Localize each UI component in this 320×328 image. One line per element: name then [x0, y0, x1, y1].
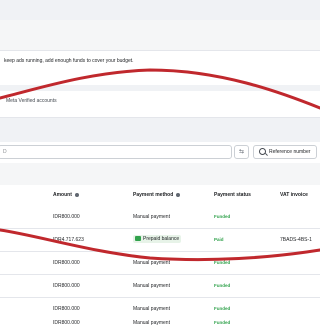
- column-header-amount[interactable]: Amount: [53, 192, 79, 198]
- separator: [0, 163, 320, 185]
- status-badge: Paid: [214, 237, 224, 242]
- table-row[interactable]: IDR800.000 Manual payment Funded: [0, 252, 320, 275]
- separator: [0, 118, 320, 142]
- payment-method-cell: Manual payment: [133, 260, 170, 266]
- status-badge: Funded: [214, 283, 231, 288]
- status-badge: Funded: [214, 320, 231, 325]
- amount-cell: IDR4.717.623: [53, 237, 84, 243]
- table-row[interactable]: IDR800.000 Manual payment Funded: [0, 275, 320, 298]
- column-header-vat-invoice[interactable]: VAT invoice: [280, 192, 308, 198]
- status-badge: Funded: [214, 214, 231, 219]
- column-header-payment-method[interactable]: Payment method: [133, 192, 181, 198]
- date-search-input[interactable]: D: [0, 145, 232, 159]
- amount-cell: IDR800.000: [53, 260, 80, 266]
- reference-number-button[interactable]: Reference number: [253, 145, 317, 159]
- status-badge: Funded: [214, 306, 231, 311]
- header-band: [0, 20, 320, 50]
- table-row[interactable]: IDR4.717.623 Prepaid balance Paid 7BADS-…: [0, 229, 320, 252]
- amount-cell: IDR800.000: [53, 306, 80, 312]
- top-bar: [0, 0, 320, 21]
- table-row[interactable]: IDR800.000 Manual payment Funded: [0, 206, 320, 229]
- meta-verified-section[interactable]: Meta Verified accounts: [0, 91, 320, 118]
- amount-cell: IDR800.000: [53, 283, 80, 289]
- column-header-label: Payment method: [133, 192, 174, 198]
- table-header: Amount Payment method Payment status VAT…: [0, 186, 320, 207]
- column-header-label: Payment status: [214, 192, 251, 198]
- funds-notice: keep ads running, add enough funds to co…: [4, 58, 134, 64]
- amount-cell: IDR800.000: [53, 320, 80, 326]
- meta-verified-label: Meta Verified accounts: [6, 98, 57, 104]
- swap-arrows-icon[interactable]: ⇆: [234, 145, 249, 159]
- info-icon[interactable]: [176, 192, 181, 197]
- amount-cell: IDR800.000: [53, 214, 80, 220]
- status-badge: Funded: [214, 260, 231, 265]
- info-icon[interactable]: [74, 192, 79, 197]
- payment-method-cell: Manual payment: [133, 320, 170, 326]
- vat-invoice-link[interactable]: 7BADS-4BS-1: [280, 237, 312, 243]
- payment-method-cell: Manual payment: [133, 283, 170, 289]
- wallet-icon: [135, 236, 141, 241]
- payment-method-cell: Prepaid balance: [133, 235, 182, 243]
- notice-panel: [0, 50, 320, 86]
- reference-number-label: Reference number: [269, 149, 311, 155]
- payment-method-cell: Manual payment: [133, 214, 170, 220]
- column-header-payment-status[interactable]: Payment status: [214, 192, 251, 198]
- payment-method-cell: Manual payment: [133, 306, 170, 312]
- payment-method-label: Prepaid balance: [143, 236, 180, 242]
- search-icon: [259, 148, 266, 155]
- search-input-value: D: [3, 149, 7, 155]
- column-header-label: Amount: [53, 192, 72, 198]
- column-header-label: VAT invoice: [280, 192, 308, 198]
